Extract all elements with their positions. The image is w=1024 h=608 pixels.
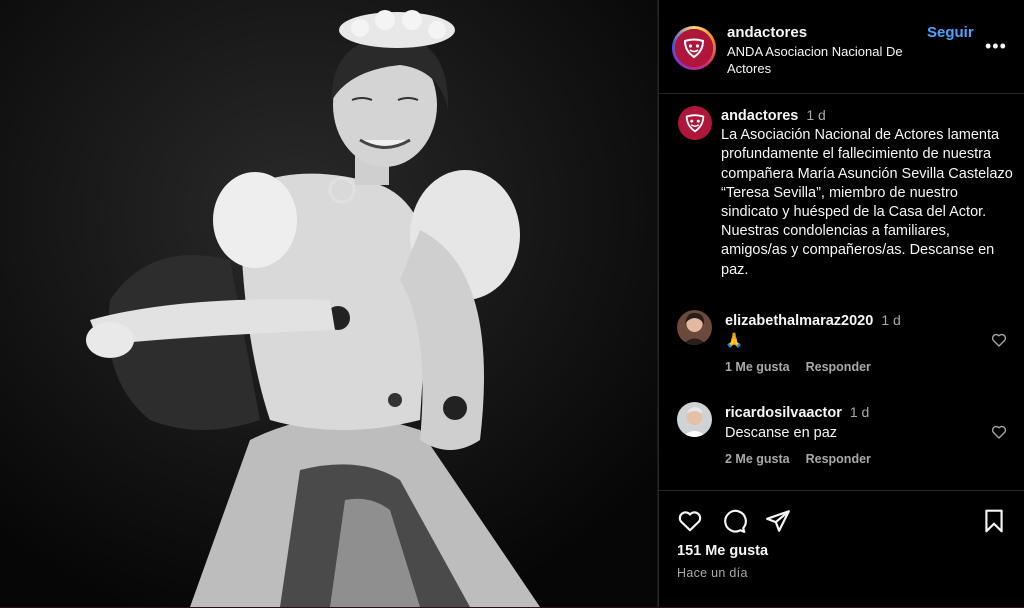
author-avatar[interactable]: [672, 26, 716, 70]
author-full-name[interactable]: ANDA Asociacion Nacional De Actores: [727, 43, 937, 77]
dancer-photo: [0, 0, 657, 607]
comment-body: elizabethalmaraz2020 1 d 🙏: [725, 310, 985, 351]
comment-time[interactable]: 1 d: [881, 312, 900, 328]
heart-icon[interactable]: [677, 508, 703, 534]
anda-logo-icon: [675, 29, 713, 67]
heart-icon[interactable]: [990, 331, 1008, 349]
post-photo[interactable]: [0, 0, 657, 607]
reply-button[interactable]: Responder: [806, 452, 871, 466]
comment-meta: 1 Me gusta Responder: [725, 360, 887, 374]
comment-time[interactable]: 1 d: [850, 404, 869, 420]
caption-time[interactable]: 1 d: [806, 107, 825, 123]
post-side-panel: andactores ANDA Asociacion Nacional De A…: [658, 0, 1024, 607]
comment-username[interactable]: elizabethalmaraz2020: [725, 313, 873, 329]
caption-text: La Asociación Nacional de Actores lament…: [721, 127, 1013, 278]
caption-username[interactable]: andactores: [721, 108, 798, 124]
bookmark-icon[interactable]: [981, 508, 1007, 534]
commenter-avatar[interactable]: [677, 402, 712, 437]
post-header: andactores ANDA Asociacion Nacional De A…: [659, 0, 1024, 94]
comment-meta: 2 Me gusta Responder: [725, 452, 887, 466]
comment-text: 🙏: [725, 333, 744, 349]
likes-count[interactable]: 151 Me gusta: [677, 543, 768, 559]
post-caption: andactores 1 d La Asociación Nacional de …: [721, 106, 1016, 280]
comment-likes[interactable]: 2 Me gusta: [725, 452, 790, 466]
author-username[interactable]: andactores: [727, 24, 807, 41]
comment-username[interactable]: ricardosilvaactor: [725, 405, 842, 421]
commenter-avatar[interactable]: [677, 310, 712, 345]
caption-avatar[interactable]: [678, 106, 712, 140]
post-actions: 151 Me gusta Hace un día: [659, 490, 1024, 608]
reply-button[interactable]: Responder: [806, 360, 871, 374]
comment-bubble-icon[interactable]: [721, 508, 747, 534]
comment-body: ricardosilvaactor 1 d Descanse en paz: [725, 402, 985, 443]
comment-text: Descanse en paz: [725, 425, 838, 441]
heart-icon[interactable]: [990, 423, 1008, 441]
paper-plane-icon[interactable]: [765, 508, 791, 534]
post-timestamp[interactable]: Hace un día: [677, 566, 748, 580]
anda-logo-icon: [685, 114, 705, 133]
follow-button[interactable]: Seguir: [927, 24, 974, 41]
comment-likes[interactable]: 1 Me gusta: [725, 360, 790, 374]
more-dots-icon[interactable]: •••: [985, 37, 1007, 55]
